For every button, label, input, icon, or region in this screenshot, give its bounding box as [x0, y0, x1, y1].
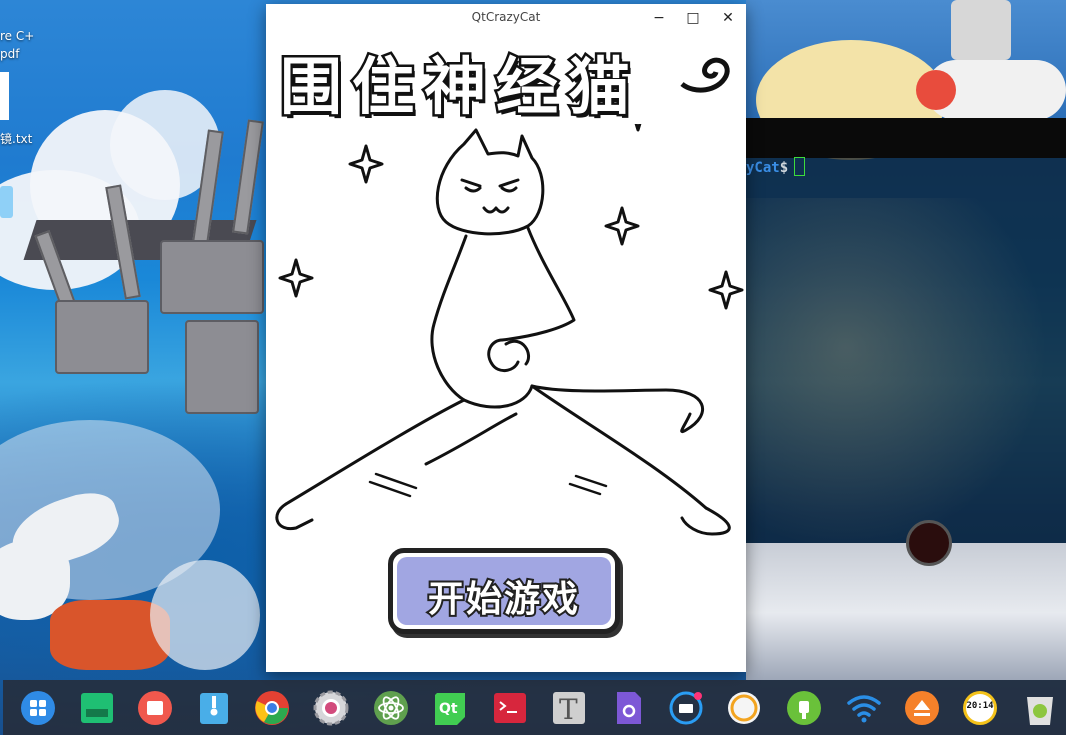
power-icon[interactable] [725, 689, 763, 727]
swirl-icon [680, 57, 730, 93]
archive-icon[interactable] [195, 689, 233, 727]
game-title: 围住神经猫 [274, 32, 738, 126]
svg-text:Qt: Qt [439, 701, 458, 717]
taskbar-dock: Qt T 20:14 [3, 680, 1066, 735]
eject-icon[interactable] [903, 689, 941, 727]
chrome-icon[interactable] [253, 689, 291, 727]
terminal-prompt-user: yCat [746, 160, 780, 176]
anime-wallpaper-strip [746, 0, 1066, 160]
desktop-file-label[interactable]: pdf [0, 47, 19, 61]
qt-creator-icon[interactable]: Qt [431, 689, 469, 727]
system-tools-icon[interactable] [609, 689, 647, 727]
desktop-wallpaper-right: yCat$ [746, 0, 1066, 680]
files-icon[interactable] [78, 689, 116, 727]
terminal-icon[interactable] [491, 689, 529, 727]
text-editor-icon[interactable]: T [550, 689, 588, 727]
start-game-button-face: 开始游戏 [397, 557, 611, 625]
desktop-folder-icon[interactable] [0, 186, 13, 218]
desktop-file-icon[interactable] [0, 72, 9, 120]
trash-icon[interactable] [1021, 689, 1059, 727]
terminal-prompt-symbol: $ [779, 160, 789, 176]
terminal-prompt: yCat$ [746, 157, 806, 176]
qtcrazycat-window: QtCrazyCat − □ ✕ 围住神经猫 开始游戏 [266, 4, 746, 672]
desktop-wallpaper-left [0, 0, 266, 680]
window-titlebar[interactable]: QtCrazyCat − □ ✕ [266, 4, 746, 31]
start-game-button[interactable]: 开始游戏 [388, 548, 620, 634]
svg-text:T: T [559, 693, 578, 726]
settings-icon[interactable] [312, 689, 350, 727]
desktop-file-label[interactable]: re C+ [0, 29, 34, 43]
atom-icon[interactable] [372, 689, 410, 727]
battery-icon[interactable] [785, 689, 823, 727]
whale-eye [906, 520, 952, 566]
keyboard-icon[interactable] [667, 689, 705, 727]
clock-text: 20:14 [966, 701, 994, 711]
wifi-icon[interactable] [845, 689, 883, 727]
start-game-label: 开始游戏 [426, 577, 580, 622]
terminal-titlebar [746, 118, 1066, 158]
close-button[interactable]: ✕ [713, 6, 743, 30]
screenshot-icon[interactable] [136, 689, 174, 727]
cat-illustration [275, 124, 744, 536]
whale-wallpaper [746, 543, 1066, 680]
game-title-text: 围住神经猫 [277, 48, 641, 126]
maximize-button[interactable]: □ [678, 6, 708, 30]
launcher-icon[interactable] [19, 689, 57, 727]
clock-icon[interactable]: 20:14 [961, 689, 999, 727]
desktop-file-label[interactable]: 镜.txt [0, 130, 32, 147]
terminal-cursor [794, 157, 806, 176]
terminal-window[interactable] [746, 118, 1066, 543]
window-title: QtCrazyCat [471, 10, 541, 24]
minimize-button[interactable]: − [644, 6, 674, 30]
